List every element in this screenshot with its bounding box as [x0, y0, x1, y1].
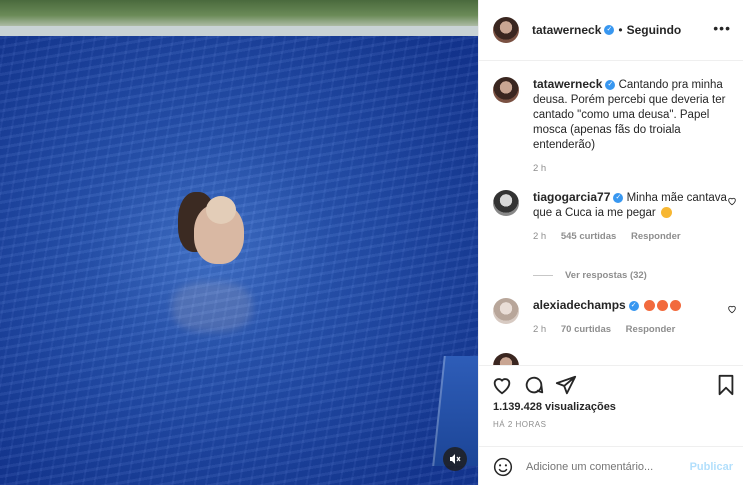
caption-time: 2 h: [533, 163, 547, 174]
grin-sweat-emoji: [660, 207, 672, 219]
verified-badge-icon: ✓: [605, 79, 616, 90]
author-avatar[interactable]: [493, 17, 519, 43]
more-options-icon[interactable]: •••: [713, 20, 731, 36]
comment-username[interactable]: alexiadechamps: [533, 298, 626, 312]
post-actions: 1.139.428 visualizações HÁ 2 HORAS: [479, 365, 743, 448]
heart-eyes-emoji: [669, 300, 681, 312]
add-comment-bar: Publicar: [479, 446, 743, 485]
verified-badge-icon: ✓: [604, 25, 615, 35]
pool-edge-grass: [0, 0, 478, 28]
follow-status-button[interactable]: Seguindo: [627, 23, 682, 37]
comments-list: tatawerneck ✓ Cantando pra minha deusa. P…: [479, 61, 743, 365]
post-video[interactable]: [0, 0, 478, 485]
view-count[interactable]: 1.139.428 visualizações: [493, 401, 616, 413]
view-replies-label: Ver respostas (32): [565, 270, 647, 281]
caption-item: tatawerneck ✓ Cantando pra minha deusa. P…: [493, 77, 729, 174]
reply-button[interactable]: Responder: [631, 231, 681, 242]
baby-head: [206, 196, 236, 224]
post-side-panel: tatawerneck ✓ • Seguindo ••• tatawerneck…: [478, 0, 743, 485]
caption-username[interactable]: tatawerneck: [533, 77, 602, 91]
publish-button[interactable]: Publicar: [690, 461, 733, 473]
comment-username[interactable]: tiagogarcia77: [533, 190, 610, 204]
mother-and-baby: [168, 192, 248, 282]
replies-line: [533, 275, 553, 276]
comment-time: 2 h: [533, 231, 547, 242]
water-reflection: [172, 282, 252, 332]
comment-time: 2 h: [533, 324, 547, 335]
reply-button[interactable]: Responder: [626, 324, 676, 335]
heart-icon[interactable]: [491, 374, 513, 396]
commenter-avatar[interactable]: [493, 190, 519, 216]
comment-likes[interactable]: 70 curtidas: [561, 324, 611, 335]
post-timestamp: HÁ 2 HORAS: [493, 420, 547, 429]
commenter-avatar[interactable]: [493, 298, 519, 324]
comment-item: alexiadechamps ✓ 2 h 70 curtidas Responde…: [493, 298, 736, 335]
header-separator: •: [618, 23, 623, 37]
heart-eyes-emoji: [643, 300, 655, 312]
comment-likes[interactable]: 545 curtidas: [561, 231, 616, 242]
share-icon[interactable]: [555, 374, 577, 396]
bookmark-icon[interactable]: [715, 374, 737, 396]
mute-button[interactable]: [443, 447, 467, 471]
instagram-post-modal: tatawerneck ✓ • Seguindo ••• tatawerneck…: [0, 0, 743, 485]
mute-icon: [450, 454, 461, 464]
post-header: tatawerneck ✓ • Seguindo •••: [479, 0, 743, 61]
commenter-avatar[interactable]: [493, 353, 519, 365]
heart-eyes-emoji: [656, 300, 668, 312]
comment-input[interactable]: [524, 459, 678, 474]
author-avatar[interactable]: [493, 77, 519, 103]
view-replies-button[interactable]: Ver respostas (32): [533, 270, 647, 281]
pool-coping: [0, 26, 478, 36]
comment-item: tiagogarcia77 ✓ Minha mãe cantava que a C…: [493, 190, 736, 242]
verified-badge-icon: ✓: [628, 300, 639, 311]
emoji-icon[interactable]: [493, 457, 513, 477]
verified-badge-icon: ✓: [613, 192, 624, 203]
author-username[interactable]: tatawerneck: [532, 23, 601, 37]
comment-icon[interactable]: [523, 374, 545, 396]
heart-icon[interactable]: [727, 196, 737, 206]
heart-icon[interactable]: [727, 304, 737, 314]
